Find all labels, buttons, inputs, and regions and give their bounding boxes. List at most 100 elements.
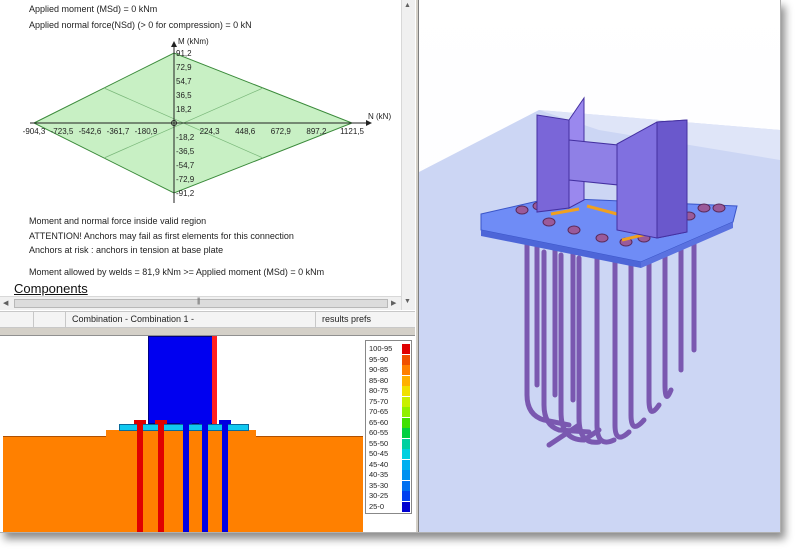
legend-color-swatch	[402, 365, 410, 375]
column-flange-left	[536, 114, 570, 213]
application-window: Applied moment (MSd) = 0 kNm Applied nor…	[0, 0, 781, 533]
m-axis-label: M (kNm)	[178, 37, 209, 46]
legend-entry-label: 95-90	[369, 354, 389, 364]
results-prefs-button[interactable]: results prefs	[316, 312, 415, 327]
report-pane: Applied moment (MSd) = 0 kNm Applied nor…	[0, 0, 401, 296]
grip-icon: |||	[197, 298, 201, 305]
scroll-right-icon[interactable]: ▶	[391, 299, 396, 307]
legend-entry: 75-70	[369, 396, 411, 407]
anchor-rod	[183, 424, 189, 532]
y-tick-label: 72,9	[176, 63, 192, 72]
horizontal-scroll-thumb[interactable]: |||	[14, 298, 388, 308]
y-tick-label: 36,5	[176, 91, 192, 100]
x-tick-label: 1121,5	[340, 127, 364, 136]
x-tick-label: 897,2	[306, 127, 327, 136]
legend-entry-label: 50-45	[369, 449, 389, 458]
legend-entry-label: 60-55	[369, 428, 389, 437]
scroll-down-icon[interactable]: ▼	[404, 298, 411, 305]
y-tick-label: -54,7	[176, 161, 195, 170]
x-tick-label: 672,9	[271, 127, 292, 136]
toolbar-cell-empty-2[interactable]	[34, 312, 66, 327]
3d-view[interactable]	[419, 0, 780, 532]
legend-entry-label: 75-70	[369, 396, 389, 406]
legend-entry-label: 40-35	[369, 470, 389, 479]
legend-color-swatch	[402, 386, 410, 396]
interaction-diagram: N (kN) M (kNm) -904,3 -723,5 -542,6 -361,7-…	[23, 37, 391, 203]
legend-entry: 60-55	[369, 428, 411, 438]
legend-entry: 80-75	[369, 386, 411, 396]
x-tick-label: -542,6	[79, 127, 102, 136]
legend-entry: 45-40	[369, 459, 411, 470]
n-axis-label: N (kN)	[368, 112, 391, 121]
legend-entry: 90-85	[369, 365, 411, 375]
legend-entry-label: 55-50	[369, 438, 389, 448]
anchors-attention-text: ATTENTION! Anchors may fail as first ele…	[29, 231, 294, 241]
column-flange-edge	[212, 336, 217, 424]
legend-entry-label: 90-85	[369, 365, 389, 374]
y-tick-label: 18,2	[176, 105, 192, 114]
legend-entry: 50-45	[369, 449, 411, 459]
legend-entry: 40-35	[369, 470, 411, 480]
legend-entry: 85-80	[369, 375, 411, 386]
legend-color-swatch	[402, 438, 410, 449]
m-axis-arrow	[171, 41, 177, 47]
pane-separator[interactable]	[0, 328, 415, 336]
stress-legend: 100-95 95-90 90-85 85-80 80-75 75-70 70-65 65-6…	[365, 340, 412, 514]
x-tick-label: -904,3	[23, 127, 46, 136]
legend-entry-label: 100-95	[369, 344, 393, 353]
legend-entry-label: 35-30	[369, 480, 389, 490]
y-tick-label: 54,7	[176, 77, 192, 86]
y-tick-label: -91,2	[176, 189, 195, 198]
legend-color-swatch	[402, 407, 410, 417]
applied-normal-force-text: Applied normal force(NSd) (> 0 for compr…	[29, 20, 252, 30]
anchor-rod	[202, 424, 208, 532]
results-toolbar: Combination - Combination 1 - results pr…	[0, 311, 415, 328]
legend-color-swatch	[402, 480, 410, 491]
report-horizontal-scrollbar[interactable]: ◀ ||| ▶	[0, 296, 401, 310]
legend-entry: 30-25	[369, 491, 411, 501]
scroll-up-icon[interactable]: ▲	[404, 2, 411, 9]
legend-color-swatch	[402, 428, 410, 438]
legend-color-swatch	[402, 354, 410, 365]
toolbar-cell-empty-1[interactable]	[0, 312, 34, 327]
y-tick-label: 91,2	[176, 49, 192, 58]
anchor-rod	[137, 424, 143, 532]
legend-entry-label: 85-80	[369, 375, 389, 385]
anchors-at-risk-text: Anchors at risk : anchors in tension at …	[29, 245, 224, 255]
legend-entry-label: 65-60	[369, 417, 389, 427]
grout-layer	[106, 430, 256, 437]
x-tick-label: 224,3	[200, 127, 221, 136]
legend-entry-label: 80-75	[369, 386, 389, 395]
legend-entry: 55-50	[369, 438, 411, 449]
legend-entry: 25-0	[369, 501, 411, 512]
stress-view: 100-95 95-90 90-85 85-80 80-75 75-70 70-65 65-6…	[0, 336, 415, 532]
left-panel: Applied moment (MSd) = 0 kNm Applied nor…	[0, 0, 415, 532]
x-tick-label: -361,7	[107, 127, 130, 136]
legend-color-swatch	[402, 375, 410, 386]
anchor-rod	[158, 424, 164, 532]
legend-color-swatch	[402, 344, 410, 354]
legend-color-swatch	[402, 459, 410, 470]
legend-entry-label: 30-25	[369, 491, 389, 500]
applied-moment-text: Applied moment (MSd) = 0 kNm	[29, 4, 158, 14]
legend-color-swatch	[402, 396, 410, 407]
report-vertical-scrollbar[interactable]: ▲ ▼	[401, 0, 415, 310]
legend-entry: 65-60	[369, 417, 411, 428]
3d-connection-model	[419, 0, 780, 532]
y-tick-label: -72,9	[176, 175, 195, 184]
legend-entry: 35-30	[369, 480, 411, 491]
y-tick-label: -18,2	[176, 133, 195, 142]
components-heading[interactable]: Components	[14, 281, 88, 296]
legend-entry-label: 45-40	[369, 459, 389, 469]
y-tick-label: -36,5	[176, 147, 195, 156]
combination-selector[interactable]: Combination - Combination 1 -	[66, 312, 316, 327]
valid-region-text: Moment and normal force inside valid reg…	[29, 216, 207, 226]
legend-entry-label: 25-0	[369, 501, 385, 511]
x-tick-label: 448,6	[235, 127, 256, 136]
x-tick-label: -723,5	[51, 127, 74, 136]
legend-color-swatch	[402, 470, 410, 480]
legend-color-swatch	[402, 491, 410, 501]
legend-color-swatch	[402, 417, 410, 428]
scroll-left-icon[interactable]: ◀	[3, 299, 8, 307]
x-tick-label: -180,9	[135, 127, 158, 136]
